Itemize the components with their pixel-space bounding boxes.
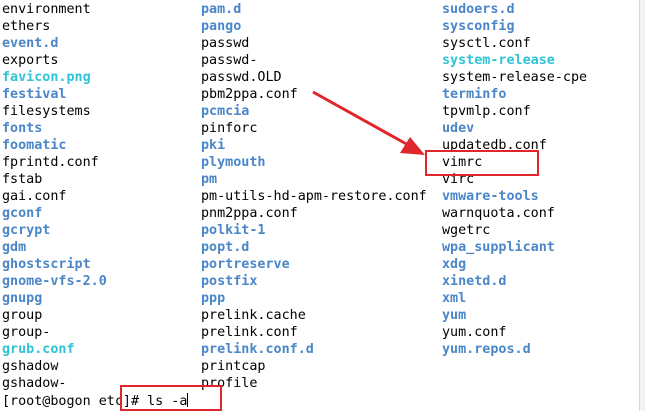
arrow-shaft <box>312 90 411 148</box>
annotation-arrow <box>312 90 425 155</box>
arrow-head-icon <box>400 137 425 155</box>
